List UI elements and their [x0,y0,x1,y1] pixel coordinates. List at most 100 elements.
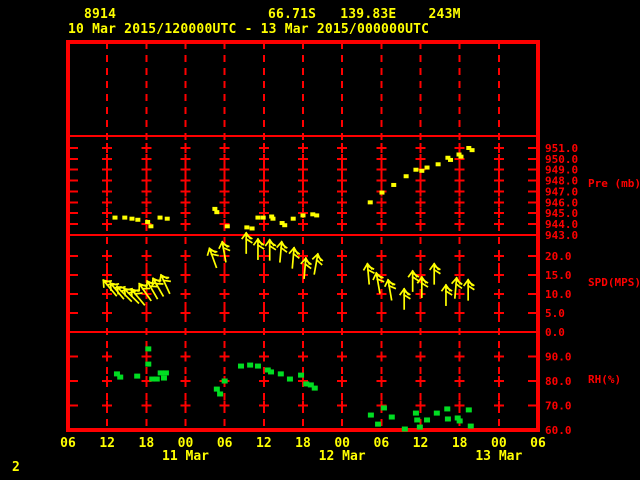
x-tick-label: 12 [99,436,115,451]
grid-plus-mark [141,250,152,261]
wind-barb [206,247,219,269]
pressure-point [367,200,373,205]
grid-plus-mark [415,250,426,261]
grid-plus-mark [376,288,387,299]
x-tick-label: 06 [530,436,546,451]
grid-plus-mark [102,219,113,230]
grid-plus-mark [258,376,269,386]
pressure-point [157,215,163,220]
grid-plus-mark [298,269,308,280]
y-tick-label: 0.0 [545,326,565,339]
grid-plus-mark [298,288,308,299]
grid-plus-mark [180,269,191,280]
day-label: 12 Mar [319,449,366,464]
grid-plus-mark [454,197,465,208]
grid-plus-mark [258,250,269,261]
pressure-point [379,190,385,195]
humidity-point [160,375,167,381]
humidity-point [145,346,152,352]
grid-plus-mark [376,376,387,386]
y-tick-label: 60.0 [545,424,572,437]
grid-plus-mark [258,269,269,280]
humidity-point [153,376,160,382]
grid-plus-mark [298,153,308,164]
y-tick-label: 80.0 [545,375,572,388]
grid-plus-mark [376,351,387,362]
pressure-point [413,167,419,172]
grid-plus-mark [141,307,152,318]
pressure-point [148,224,154,229]
grid-plus-mark [180,175,191,186]
grid-plus-mark [493,219,504,230]
grid-plus-mark [337,197,348,208]
grid-plus-mark [493,197,504,208]
grid-plus-mark [180,307,191,318]
grid-plus-mark [376,142,387,153]
grid-plus-mark [376,307,387,318]
grid-plus-mark [298,400,308,411]
grid-plus-mark [454,250,465,261]
grid-plus-mark [337,219,348,230]
y-tick-label: 20.0 [545,250,572,263]
grid-plus-mark [219,269,230,280]
grid-plus-mark [454,175,465,186]
grid-plus-mark [415,400,426,411]
grid-plus-mark [493,400,504,411]
grid-plus-mark [258,307,269,318]
pressure-point [314,213,320,218]
humidity-point [375,421,382,427]
wind-barbs [102,231,475,310]
wind-barb [398,287,411,310]
time-series-chart: 943.0944.0945.0946.0947.0948.0949.0950.0… [60,40,578,464]
pressure-point [403,174,409,179]
humidity-point [221,378,228,384]
grid-plus-mark [493,307,504,318]
grid-plus-mark [258,351,269,362]
pressure-point [129,216,135,221]
grid-plus-mark [298,197,308,208]
pressure-point [448,157,454,162]
grid-plus-mark [180,351,191,362]
x-tick-label: 18 [452,436,468,451]
wind-barb [383,278,397,301]
grid-plus-mark [258,142,269,153]
humidity-point [268,369,275,375]
grid-plus-mark [493,164,504,175]
y-tick-label: 951.0 [545,142,578,155]
grid-plus-mark [454,164,465,175]
x-tick-label: 18 [295,436,311,451]
humidity-point [401,426,408,432]
grid-plus-mark [298,186,308,197]
pressure-point [249,226,255,231]
grid-plus-mark [219,351,230,362]
grid-plus-mark [102,142,113,153]
grid-plus-mark [337,208,348,219]
grid-plus-mark [337,175,348,186]
grid-plus-mark [493,288,504,299]
grid-plus-mark [415,175,426,186]
humidity-point [247,362,254,368]
grid-plus-mark [102,175,113,186]
grid-plus-mark [258,288,269,299]
grid-plus-mark [454,400,465,411]
grid-plus-mark [337,288,348,299]
wind-barb [276,240,288,263]
grid-plus-mark [141,208,152,219]
humidity-point [412,410,419,416]
humidity-point [213,386,220,392]
grid-plus-mark [493,142,504,153]
pressure-point [164,216,170,221]
humidity-point [388,414,395,420]
humidity-point [380,405,387,411]
grid-plus-mark [493,208,504,219]
humidity-point [217,391,224,397]
humidity-point [286,376,293,382]
grid-plus-mark [337,186,348,197]
grid-plus-mark [141,269,152,280]
wind-barb [462,278,475,301]
pressure-point [135,217,141,222]
grid-plus-mark [415,186,426,197]
plot-screen: 8914 66.71S 139.83E 243M 10 Mar 2015/120… [0,0,640,480]
grid-plus-mark [102,269,113,280]
grid-plus-mark [415,142,426,153]
